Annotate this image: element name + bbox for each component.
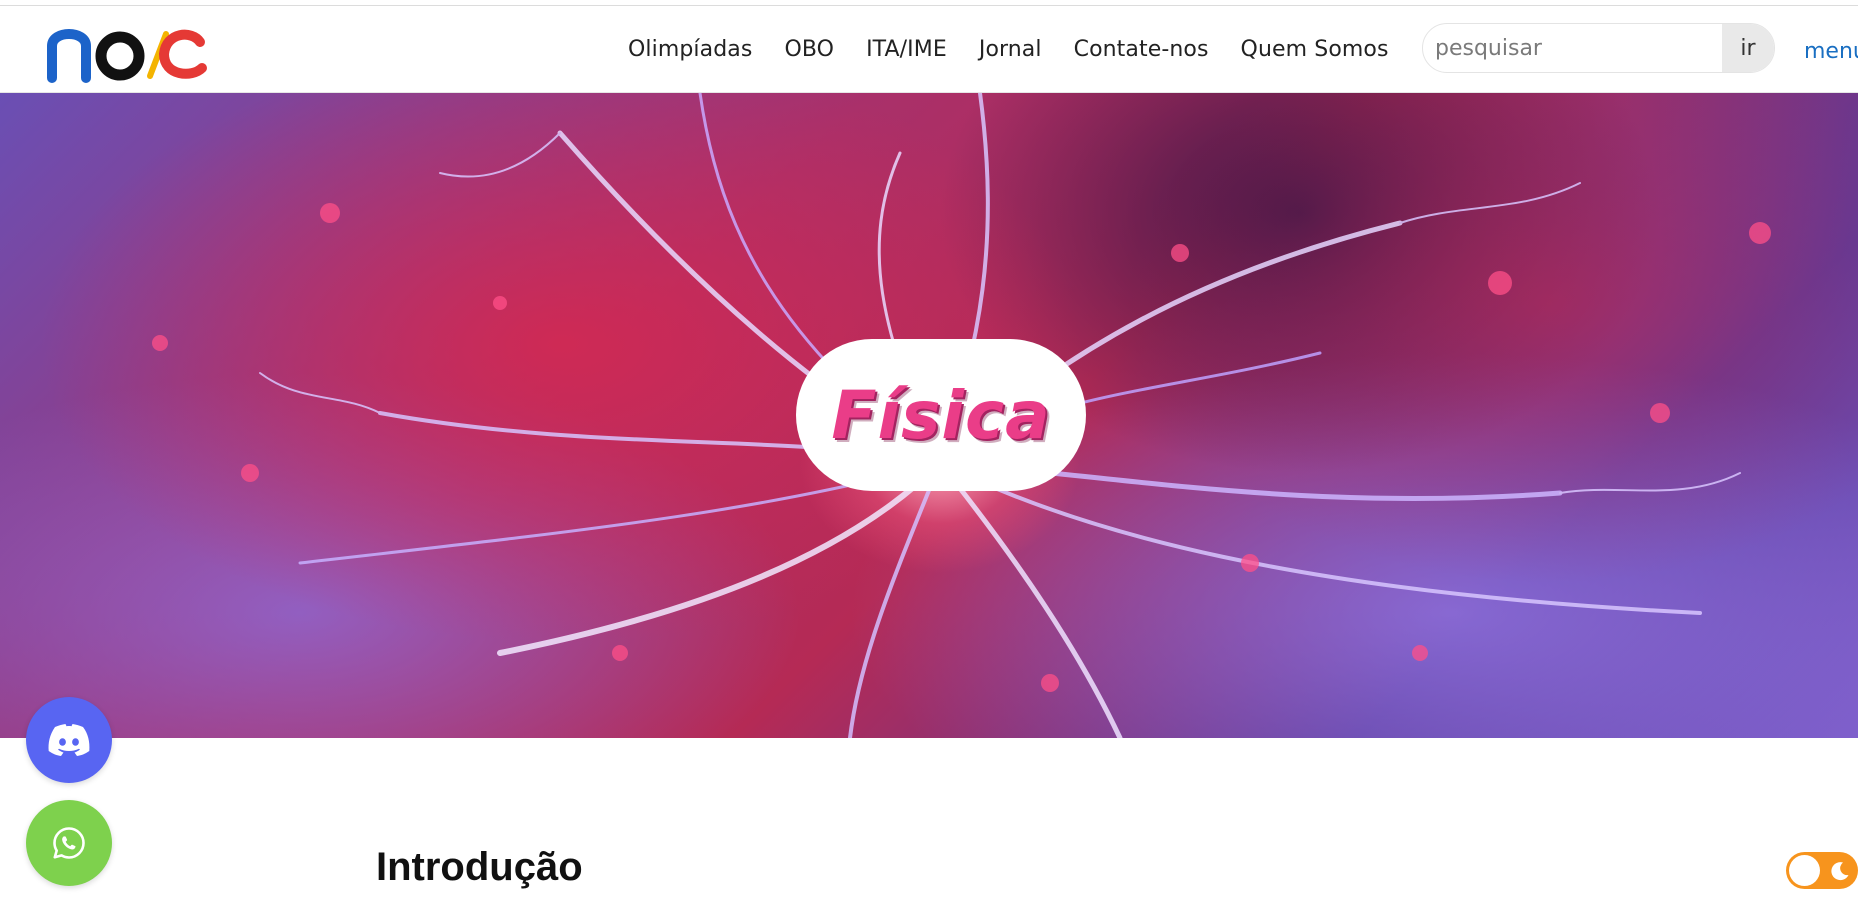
discord-button[interactable] [26, 697, 112, 783]
theme-toggle[interactable] [1786, 852, 1858, 889]
nav-item-ita-ime[interactable]: ITA/IME [866, 37, 947, 62]
hero-banner: Física [0, 93, 1858, 738]
discord-icon [48, 724, 90, 756]
hero-title-badge: Física [796, 339, 1086, 491]
nav-item-quem-somos[interactable]: Quem Somos [1241, 37, 1389, 62]
nav-item-olimpiadas[interactable]: Olimpíadas [628, 37, 752, 62]
main-nav: Olimpíadas OBO ITA/IME Jornal Contate-no… [628, 6, 1421, 93]
nav-item-contate-nos[interactable]: Contate-nos [1074, 37, 1209, 62]
moon-icon [1831, 862, 1849, 881]
site-logo[interactable] [46, 20, 210, 84]
whatsapp-button[interactable] [26, 800, 112, 886]
logo-icon [47, 29, 207, 83]
search-input[interactable] [1423, 24, 1722, 72]
search-button[interactable]: ir [1722, 24, 1774, 72]
menu-link[interactable]: menu [1804, 39, 1858, 64]
navbar: Olimpíadas OBO ITA/IME Jornal Contate-no… [0, 6, 1858, 93]
whatsapp-icon [53, 827, 85, 859]
hero-title: Física [831, 376, 1051, 454]
nav-item-obo[interactable]: OBO [784, 37, 834, 62]
nav-item-jornal[interactable]: Jornal [979, 37, 1042, 62]
search-bar: ir [1422, 23, 1775, 73]
toggle-knob [1789, 855, 1820, 886]
section-title-introducao: Introdução [376, 845, 583, 889]
